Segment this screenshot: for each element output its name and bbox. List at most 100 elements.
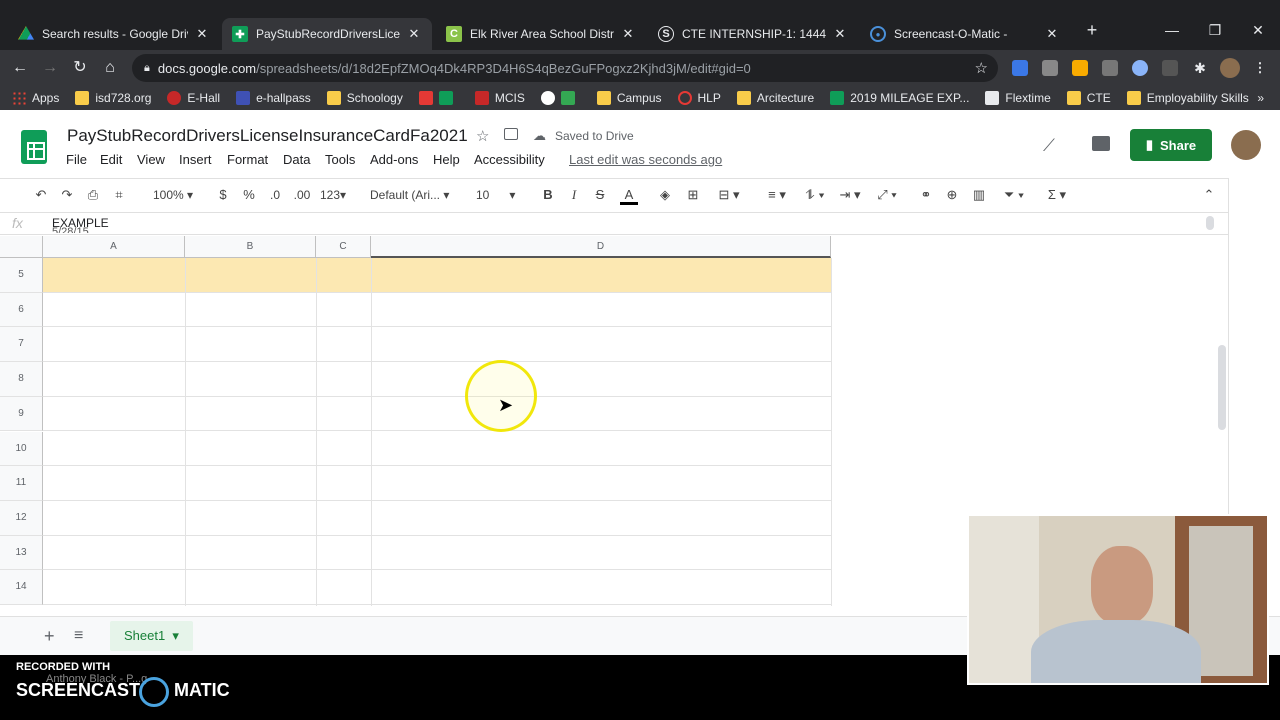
table-row[interactable] xyxy=(43,570,831,605)
print-icon[interactable]: ⎙ xyxy=(84,185,102,205)
row-header[interactable]: 5 xyxy=(0,258,43,293)
bookmark-item[interactable]: e-hallpass xyxy=(236,91,311,105)
vertical-align-icon[interactable]: ⥮ ▾ xyxy=(800,185,830,205)
bookmark-item[interactable]: isd728.org xyxy=(75,91,151,105)
new-tab-button[interactable]: + xyxy=(1072,20,1112,41)
zoom-select[interactable]: 100% ▾ xyxy=(146,185,200,205)
bookmark-item[interactable]: CTE xyxy=(1066,91,1111,105)
bookmark-item[interactable]: Schoology xyxy=(326,91,403,105)
menu-view[interactable]: View xyxy=(137,152,165,167)
chevron-right-icon[interactable]: » xyxy=(1257,91,1264,105)
tab-drive[interactable]: Search results - Google Drive ✕ xyxy=(8,18,220,50)
select-all-corner[interactable] xyxy=(0,236,43,258)
bold-button[interactable]: B xyxy=(540,185,556,205)
minimize-button[interactable]: — xyxy=(1152,22,1192,38)
formula-scrollbar[interactable] xyxy=(1206,216,1214,230)
close-icon[interactable]: ✕ xyxy=(1044,26,1060,42)
share-button[interactable]: ▮ Share xyxy=(1130,129,1212,161)
formula-input[interactable]: EXAMPLE 5/28/15 xyxy=(52,216,109,233)
close-icon[interactable]: ✕ xyxy=(406,26,422,42)
extension-icon[interactable] xyxy=(1042,60,1058,76)
all-sheets-icon[interactable]: ≡ xyxy=(74,627,83,645)
font-family-select[interactable]: Default (Ari... ▾ xyxy=(370,185,456,205)
extension-icon[interactable] xyxy=(1102,60,1118,76)
row-header[interactable]: 8 xyxy=(0,362,43,397)
extension-icon[interactable] xyxy=(1132,60,1148,76)
last-edit-link[interactable]: Last edit was seconds ago xyxy=(569,152,722,167)
thumb-extension-icon[interactable] xyxy=(1072,60,1088,76)
bookmark-item[interactable] xyxy=(540,91,581,105)
bookmark-item[interactable]: E-Hall xyxy=(167,91,220,105)
borders-icon[interactable]: ⊞ xyxy=(684,185,702,205)
table-row[interactable] xyxy=(43,432,831,467)
comment-icon[interactable] xyxy=(1092,136,1110,151)
column-header-b[interactable]: B xyxy=(185,236,316,258)
collapse-toolbar-icon[interactable]: ⌃ xyxy=(1200,185,1218,205)
puzzle-icon[interactable]: ✱ xyxy=(1192,60,1208,76)
activity-trend-icon[interactable]: ⟋ xyxy=(1043,136,1055,156)
row-header[interactable]: 13 xyxy=(0,535,43,571)
menu-help[interactable]: Help xyxy=(433,152,460,167)
menu-kebab-icon[interactable]: ⋮ xyxy=(1252,60,1268,76)
strikethrough-button[interactable]: S xyxy=(592,185,608,205)
menu-format[interactable]: Format xyxy=(227,152,268,167)
text-rotation-icon[interactable]: ⤢ ▾ xyxy=(870,185,904,205)
tab-schoology[interactable]: S CTE INTERNSHIP-1: 14441 1 C ✕ xyxy=(648,18,858,50)
row-header[interactable]: 9 xyxy=(0,396,43,432)
bookmark-apps[interactable]: Apps xyxy=(12,91,59,105)
calendar-extension-icon[interactable] xyxy=(1012,60,1028,76)
increase-decimal-button[interactable]: .00 xyxy=(290,185,314,205)
functions-icon[interactable]: Σ ▾ xyxy=(1040,185,1074,205)
extension-icon[interactable] xyxy=(1162,60,1178,76)
bookmark-item[interactable]: Campus xyxy=(596,91,662,105)
bookmark-item[interactable]: HLP xyxy=(677,91,721,105)
tab-sheets[interactable]: ✚ PayStubRecordDriversLicenseI ✕ xyxy=(222,18,432,50)
add-sheet-icon[interactable]: + xyxy=(44,626,55,647)
insert-chart-icon[interactable]: ▥ xyxy=(970,185,988,205)
close-icon[interactable]: ✕ xyxy=(620,26,636,42)
table-row[interactable] xyxy=(43,293,831,328)
sheet-tab-sheet1[interactable]: Sheet1 ▾ xyxy=(110,621,193,651)
row-header[interactable]: 14 xyxy=(0,570,43,605)
vertical-scrollbar[interactable] xyxy=(1218,345,1226,430)
redo-icon[interactable]: ↷ xyxy=(58,185,76,205)
document-title[interactable]: PayStubRecordDriversLicenseInsuranceCard… xyxy=(67,126,468,146)
tab-classroom[interactable]: C Elk River Area School District L ✕ xyxy=(436,18,646,50)
number-format-select[interactable]: 123▾ xyxy=(318,185,348,205)
bookmark-item[interactable]: Employability Skills xyxy=(1126,91,1249,105)
font-size-select[interactable]: 10 ▾ xyxy=(476,185,524,205)
table-row[interactable] xyxy=(43,397,831,432)
menu-edit[interactable]: Edit xyxy=(100,152,122,167)
star-icon[interactable]: ☆ xyxy=(476,127,489,145)
text-wrap-icon[interactable]: ⇥ ▾ xyxy=(835,185,865,205)
table-row[interactable] xyxy=(43,362,831,397)
italic-button[interactable]: I xyxy=(566,185,582,205)
insert-link-icon[interactable]: ⚭ xyxy=(917,185,935,205)
column-header-d[interactable]: D xyxy=(371,236,831,258)
table-row[interactable] xyxy=(43,327,831,363)
bookmark-item[interactable] xyxy=(418,91,459,105)
table-row[interactable] xyxy=(43,258,831,293)
table-row[interactable] xyxy=(43,501,831,536)
avatar[interactable] xyxy=(1231,130,1261,160)
sheets-logo-icon[interactable] xyxy=(21,130,47,164)
currency-format-button[interactable]: $ xyxy=(216,185,230,205)
close-icon[interactable]: ✕ xyxy=(194,26,210,42)
text-color-button[interactable]: A xyxy=(620,185,638,205)
tab-screencast[interactable]: ● Screencast-O-Matic - ✕ xyxy=(860,18,1070,50)
bookmark-item[interactable]: Flextime xyxy=(985,91,1051,105)
horizontal-align-icon[interactable]: ≡ ▾ xyxy=(762,185,792,205)
window-close-button[interactable]: ✕ xyxy=(1238,22,1278,39)
bookmark-item[interactable]: Arcitecture xyxy=(736,91,814,105)
percent-format-button[interactable]: % xyxy=(242,185,256,205)
row-header[interactable]: 6 xyxy=(0,292,43,328)
profile-avatar[interactable] xyxy=(1220,58,1240,78)
bookmark-item[interactable]: MCIS xyxy=(474,91,525,105)
home-icon[interactable]: ⌂ xyxy=(100,58,120,78)
menu-file[interactable]: File xyxy=(66,152,87,167)
column-header-a[interactable]: A xyxy=(43,236,185,258)
reload-icon[interactable]: ↻ xyxy=(70,58,90,78)
row-header[interactable]: 10 xyxy=(0,431,43,467)
menu-tools[interactable]: Tools xyxy=(325,152,355,167)
table-row[interactable] xyxy=(43,536,831,571)
